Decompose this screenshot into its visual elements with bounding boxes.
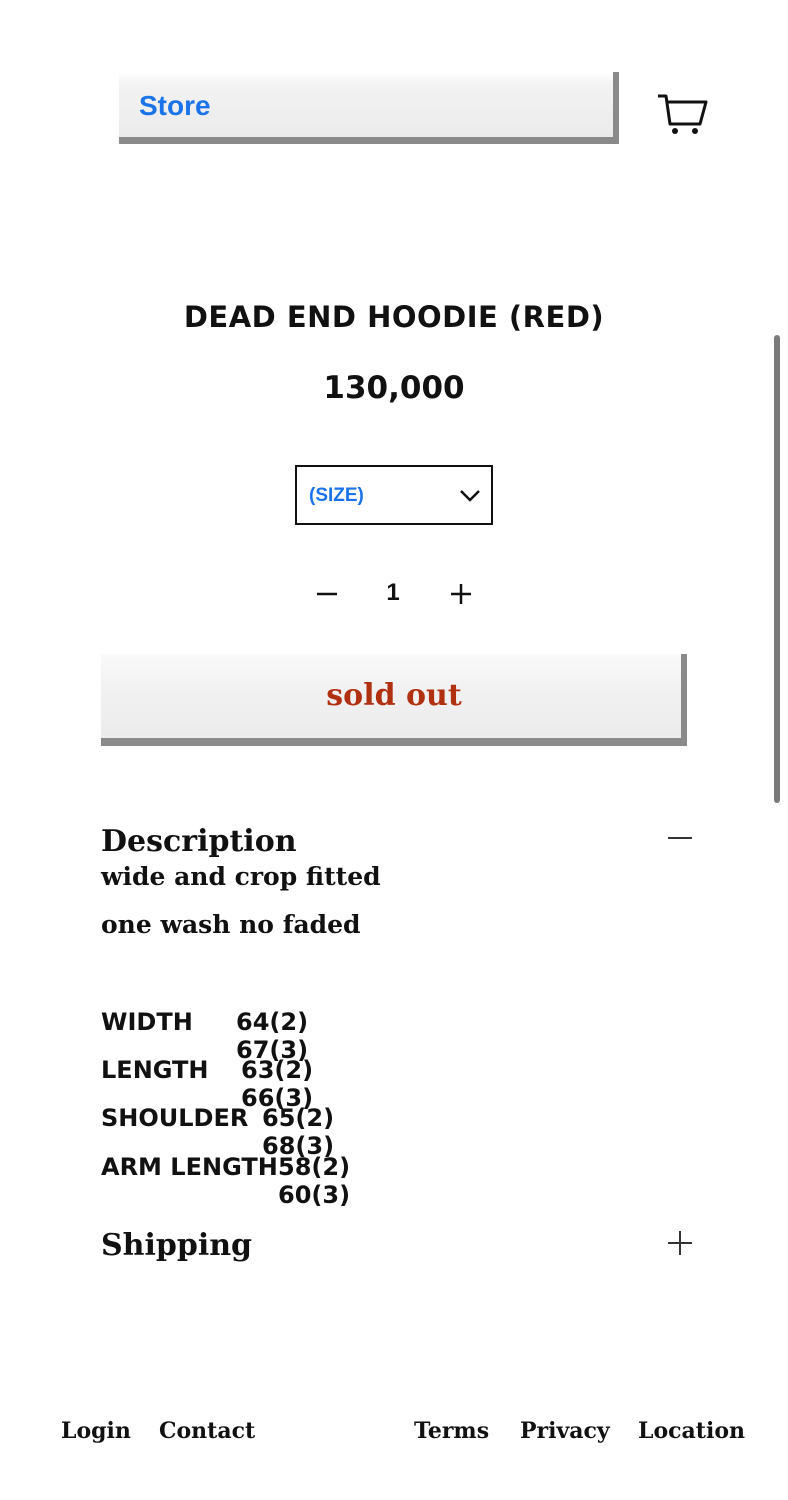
footer-link-login[interactable]: Login: [61, 1418, 131, 1444]
quantity-value: 1: [386, 579, 400, 606]
quantity-increase-button[interactable]: [448, 580, 474, 608]
description-heading: Description: [101, 824, 297, 859]
sold-out-button[interactable]: sold out: [101, 654, 687, 746]
shipping-heading[interactable]: Shipping: [101, 1228, 252, 1263]
store-button[interactable]: Store: [119, 72, 619, 144]
footer-link-location[interactable]: Location: [638, 1418, 745, 1444]
size-select[interactable]: (SIZE): [295, 465, 493, 525]
spec-row-shoulder: SHOULDER 65(2) 68(3): [101, 1104, 334, 1160]
spec-row-arm-length: ARM LENGTH 58(2) 60(3): [101, 1153, 350, 1209]
spec-label: WIDTH: [101, 1008, 193, 1036]
spec-label: ARM LENGTH: [101, 1153, 278, 1181]
description-line: wide and crop fitted: [101, 862, 381, 891]
spec-value: 58(2) 60(3): [278, 1153, 351, 1209]
sold-out-label: sold out: [326, 678, 462, 713]
footer-link-terms[interactable]: Terms: [414, 1418, 489, 1444]
spec-label: SHOULDER: [101, 1104, 249, 1132]
spec-label: LENGTH: [101, 1056, 209, 1084]
cart-icon[interactable]: [654, 92, 710, 136]
product-title: DEAD END HOODIE (RED): [183, 300, 605, 334]
spec-row-length: LENGTH 63(2) 66(3): [101, 1056, 313, 1112]
footer-link-contact[interactable]: Contact: [159, 1418, 255, 1444]
store-label: Store: [139, 90, 211, 121]
chevron-down-icon: [460, 490, 480, 502]
scrollbar[interactable]: [774, 335, 780, 803]
spec-row-width: WIDTH 64(2) 67(3): [101, 1008, 308, 1064]
expand-icon[interactable]: [666, 1230, 694, 1256]
quantity-decrease-button[interactable]: [314, 580, 340, 608]
collapse-icon[interactable]: [666, 826, 694, 850]
description-line: one wash no faded: [101, 910, 361, 939]
spec-value: 65(2) 68(3): [262, 1104, 335, 1160]
size-select-value: (SIZE): [309, 485, 364, 506]
product-price: 130,000: [323, 370, 465, 406]
footer-link-privacy[interactable]: Privacy: [520, 1418, 610, 1444]
